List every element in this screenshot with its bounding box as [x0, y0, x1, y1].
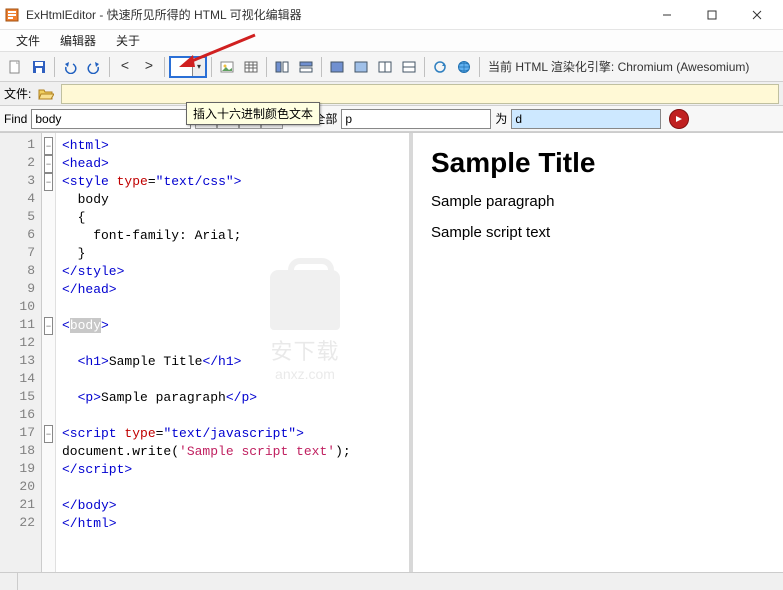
code-editor[interactable]: 12345678910111213141516171819202122 −−−−…: [0, 133, 413, 572]
nav-back-button[interactable]: <: [114, 56, 136, 78]
file-label: 文件:: [4, 85, 31, 102]
save-icon[interactable]: [28, 56, 50, 78]
menubar: 文件 编辑器 关于: [0, 30, 783, 52]
preview-paragraph-1: Sample paragraph: [431, 193, 765, 210]
menu-editor[interactable]: 编辑器: [50, 30, 106, 51]
replace-go-button[interactable]: [669, 109, 689, 129]
fold-column[interactable]: −−−−−: [42, 133, 56, 572]
find-label: Find: [4, 112, 27, 126]
tooltip: 插入十六进制颜色文本: [186, 102, 320, 125]
pane1-icon[interactable]: [326, 56, 348, 78]
toolbar: < > ▾ 当前 HTML 渲染化引擎: Chromium (Awesomium…: [0, 52, 783, 82]
table-icon[interactable]: [240, 56, 262, 78]
minimize-button[interactable]: [644, 1, 689, 29]
pane3-icon[interactable]: [374, 56, 396, 78]
line-number-gutter: 12345678910111213141516171819202122: [0, 133, 42, 572]
color-picker-combo[interactable]: ▾: [169, 56, 207, 78]
horizontal-scrollbar[interactable]: [0, 572, 783, 590]
split-horizontal-icon[interactable]: [271, 56, 293, 78]
nav-forward-button[interactable]: >: [138, 56, 160, 78]
redo-icon[interactable]: [83, 56, 105, 78]
file-path-input[interactable]: [61, 84, 779, 104]
menu-file[interactable]: 文件: [6, 30, 50, 51]
preview-heading: Sample Title: [431, 147, 765, 179]
browser-icon[interactable]: [453, 56, 475, 78]
preview-pane: Sample Title Sample paragraph Sample scr…: [413, 133, 783, 572]
refresh-icon[interactable]: [429, 56, 451, 78]
findbar: Find A 替换全部 为: [0, 106, 783, 132]
undo-icon[interactable]: [59, 56, 81, 78]
replace-from-input[interactable]: [341, 109, 491, 129]
replace-to-input[interactable]: [511, 109, 661, 129]
open-folder-icon[interactable]: [35, 83, 57, 105]
new-file-icon[interactable]: [4, 56, 26, 78]
window-title: ExHtmlEditor - 快速所见所得的 HTML 可视化编辑器: [26, 6, 644, 23]
pane4-icon[interactable]: [398, 56, 420, 78]
find-input[interactable]: [31, 109, 191, 129]
filebar: 文件:: [0, 82, 783, 106]
titlebar: ExHtmlEditor - 快速所见所得的 HTML 可视化编辑器: [0, 0, 783, 30]
replace-to-label: 为: [495, 110, 507, 127]
split-vertical-icon[interactable]: [295, 56, 317, 78]
app-icon: [4, 7, 20, 23]
close-button[interactable]: [734, 1, 779, 29]
pane2-icon[interactable]: [350, 56, 372, 78]
code-area[interactable]: <html><head><style type="text/css"> body…: [56, 133, 409, 572]
render-engine-label: 当前 HTML 渲染化引擎: Chromium (Awesomium): [488, 58, 749, 75]
preview-paragraph-2: Sample script text: [431, 224, 765, 241]
menu-about[interactable]: 关于: [106, 30, 150, 51]
main-area: 12345678910111213141516171819202122 −−−−…: [0, 132, 783, 572]
image-icon[interactable]: [216, 56, 238, 78]
maximize-button[interactable]: [689, 1, 734, 29]
